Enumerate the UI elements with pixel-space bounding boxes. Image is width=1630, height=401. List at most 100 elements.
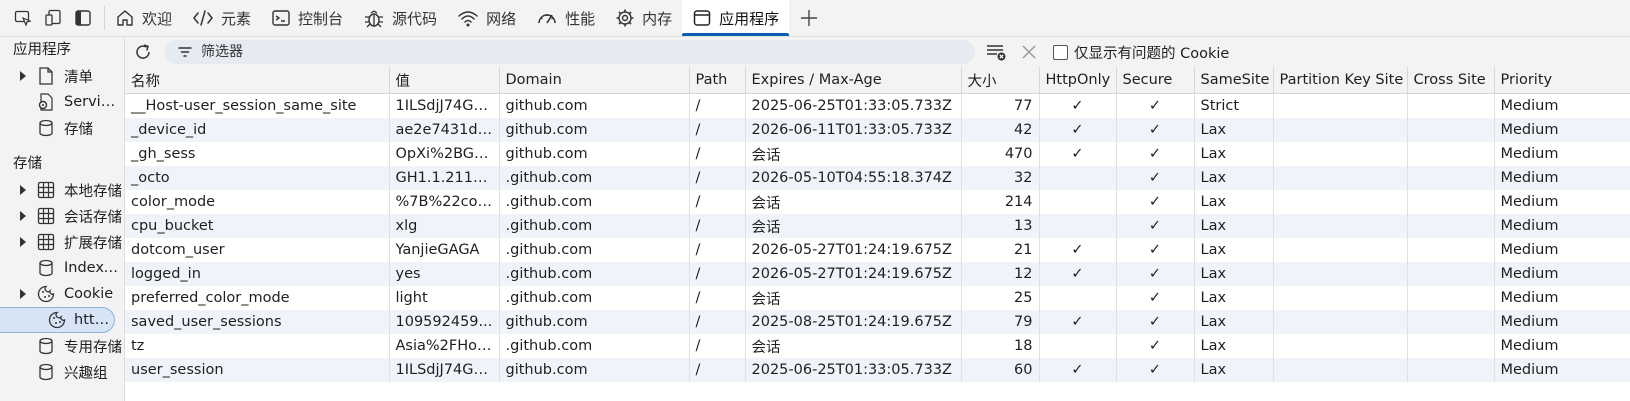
devtools-tabbar: 欢迎 元素 控制台 源代码 网络 性能 内存 应用程序	[0, 0, 1630, 37]
only-issues-checkbox[interactable]: 仅显示有问题的 Cookie	[1053, 42, 1229, 63]
col-httponly-cell	[1039, 334, 1117, 358]
col-httponly-header[interactable]: HttpOnly	[1039, 67, 1117, 94]
col-partition-key-site-cell	[1273, 118, 1408, 142]
col-partition-key-site-cell	[1273, 93, 1408, 118]
col-cross-site-header[interactable]: Cross Site	[1407, 67, 1495, 94]
table-row[interactable]: tz Asia%2FHon... .github.com / 会话 18 ✓ Lax Mediu…	[125, 334, 1630, 358]
tab-console[interactable]: 控制台	[261, 0, 353, 36]
col-priority-cell: Medium	[1494, 166, 1630, 190]
sidebar-item-service-workers[interactable]: Service Workers	[0, 89, 124, 115]
sidebar-item-interest-groups[interactable]: 兴趣组	[0, 359, 124, 385]
col-size-header[interactable]: 大小	[961, 67, 1040, 94]
database-icon	[36, 258, 56, 278]
col-path-cell: /	[689, 166, 746, 190]
sidebar-item-manifest[interactable]: 清单	[0, 63, 124, 89]
sidebar-item-label: Service Workers	[64, 94, 122, 110]
col-name-header[interactable]: 名称	[125, 67, 390, 94]
toggle-sidebar-button[interactable]	[70, 6, 96, 30]
app-window-icon	[692, 8, 712, 28]
table-header-row: 名称值 Domain Path Expires / Max-Age 大小 HttpOnly…	[125, 67, 1630, 94]
col-partition-key-site-header[interactable]: Partition Key Site	[1273, 67, 1408, 94]
table-row[interactable]: _device_id ae2e7431d2... github.com/2026-0…	[125, 118, 1630, 142]
file-icon	[36, 66, 56, 86]
sidebar-item-indexeddb[interactable]: IndexedDB	[0, 255, 124, 281]
gauge-icon	[536, 8, 558, 28]
sidebar-item-storage[interactable]: 存储	[0, 115, 124, 141]
tab-sources[interactable]: 源代码	[353, 0, 447, 36]
table-icon	[36, 232, 56, 252]
tab-performance[interactable]: 性能	[526, 0, 605, 36]
table-row[interactable]: color_mode %7B%22col... .github.com / 会话 214 ✓…	[125, 190, 1630, 214]
col-partition-key-site-cell	[1273, 142, 1408, 166]
tab-label: 内存	[642, 9, 673, 28]
sidebar-item-label: https://github.com	[74, 312, 114, 328]
col-samesite-cell: Lax	[1194, 118, 1274, 142]
add-tab-button[interactable]	[789, 0, 829, 36]
expand-arrow-icon[interactable]	[0, 71, 32, 81]
sidebar-item-label: Cookie	[64, 286, 114, 302]
col-path-cell: /	[689, 310, 746, 334]
col-value-cell: xlg	[389, 214, 500, 238]
col-samesite-header[interactable]: SameSite	[1194, 67, 1274, 94]
col-domain-header[interactable]: Domain	[499, 67, 690, 94]
checkbox-box[interactable]	[1053, 44, 1068, 60]
col-partition-key-site-cell	[1273, 166, 1408, 190]
tab-label: 应用程序	[719, 9, 780, 28]
sidebar-item-private-state[interactable]: 专用存储	[0, 333, 124, 359]
col-expires-cell: 2026-05-27T01:24:19.675Z	[745, 262, 962, 286]
expand-arrow-icon[interactable]	[0, 289, 32, 299]
expand-arrow-icon[interactable]	[0, 237, 32, 247]
table-row[interactable]: __Host-user_session_same_site 1ILSdjJ74Gy…	[125, 93, 1630, 118]
col-path-header[interactable]: Path	[689, 67, 746, 94]
expand-arrow-icon[interactable]	[0, 211, 32, 221]
col-expires-cell: 会话	[745, 142, 962, 166]
col-cross-site-cell	[1407, 286, 1495, 310]
refresh-button[interactable]	[125, 42, 161, 62]
tab-memory[interactable]: 内存	[605, 0, 682, 36]
table-row[interactable]: _octo GH1.1.2117... .github.com/2026-05-10…	[125, 166, 1630, 190]
table-row[interactable]: saved_user_sessions 109592459... github.co…	[125, 310, 1630, 334]
col-expires-header[interactable]: Expires / Max-Age	[745, 67, 962, 94]
tab-application[interactable]: 应用程序	[682, 0, 790, 36]
col-secure-cell: ✓	[1116, 358, 1195, 382]
col-value-cell: OpXi%2BGF...	[389, 142, 500, 166]
table-row[interactable]: preferred_color_mode light .github.com / 会话 2…	[125, 286, 1630, 310]
tab-network[interactable]: 网络	[447, 0, 526, 36]
table-icon	[36, 180, 56, 200]
sidebar-item-session-storage[interactable]: 会话存储	[0, 203, 124, 229]
tab-welcome[interactable]: 欢迎	[105, 0, 182, 36]
sidebar-item-cookie-github[interactable]: https://github.com	[0, 307, 115, 333]
table-row[interactable]: cpu_bucket xlg .github.com / 会话 13 ✓ Lax Medium	[125, 214, 1630, 238]
col-domain-cell: .github.com	[499, 166, 690, 190]
delete-selected-button[interactable]	[1013, 44, 1045, 60]
sidebar-item-local-storage[interactable]: 本地存储	[0, 177, 124, 203]
inspect-element-button[interactable]	[10, 6, 36, 30]
clear-all-cookies-button[interactable]	[981, 43, 1013, 61]
table-row[interactable]: dotcom_user YanjieGAGA .github.com/2026-05…	[125, 238, 1630, 262]
col-httponly-cell: ✓	[1039, 93, 1117, 118]
col-expires-cell: 会话	[745, 334, 962, 358]
cookie-icon	[48, 310, 66, 330]
tab-label: 性能	[565, 9, 596, 28]
filter-input[interactable]	[199, 43, 903, 61]
col-value-header[interactable]: 值	[389, 67, 500, 94]
col-path-cell: /	[689, 142, 746, 166]
col-priority-cell: Medium	[1494, 334, 1630, 358]
sidebar-item-label: IndexedDB	[64, 260, 122, 276]
tab-elements[interactable]: 元素	[182, 0, 261, 36]
col-priority-cell: Medium	[1494, 310, 1630, 334]
col-secure-cell: ✓	[1116, 238, 1195, 262]
sidebar-item-extension-storage[interactable]: 扩展存储	[0, 229, 124, 255]
col-samesite-cell: Lax	[1194, 142, 1274, 166]
col-expires-cell: 2025-06-25T01:33:05.733Z	[745, 358, 962, 382]
col-secure-header[interactable]: Secure	[1116, 67, 1195, 94]
table-row[interactable]: user_session 1ILSdjJ74Gy... github.com/202…	[125, 358, 1630, 382]
expand-arrow-icon[interactable]	[0, 185, 32, 195]
table-row[interactable]: _gh_sess OpXi%2BGF... github.com / 会话 470 ✓ ✓ La…	[125, 142, 1630, 166]
col-priority-header[interactable]: Priority	[1494, 67, 1630, 94]
col-size-cell: 470	[961, 142, 1040, 166]
sidebar-item-cookie[interactable]: Cookie	[0, 281, 124, 307]
device-emulation-button[interactable]	[40, 6, 66, 30]
table-row[interactable]: logged_in yes .github.com/2026-05-27T01:24…	[125, 262, 1630, 286]
col-size-cell: 18	[961, 334, 1040, 358]
